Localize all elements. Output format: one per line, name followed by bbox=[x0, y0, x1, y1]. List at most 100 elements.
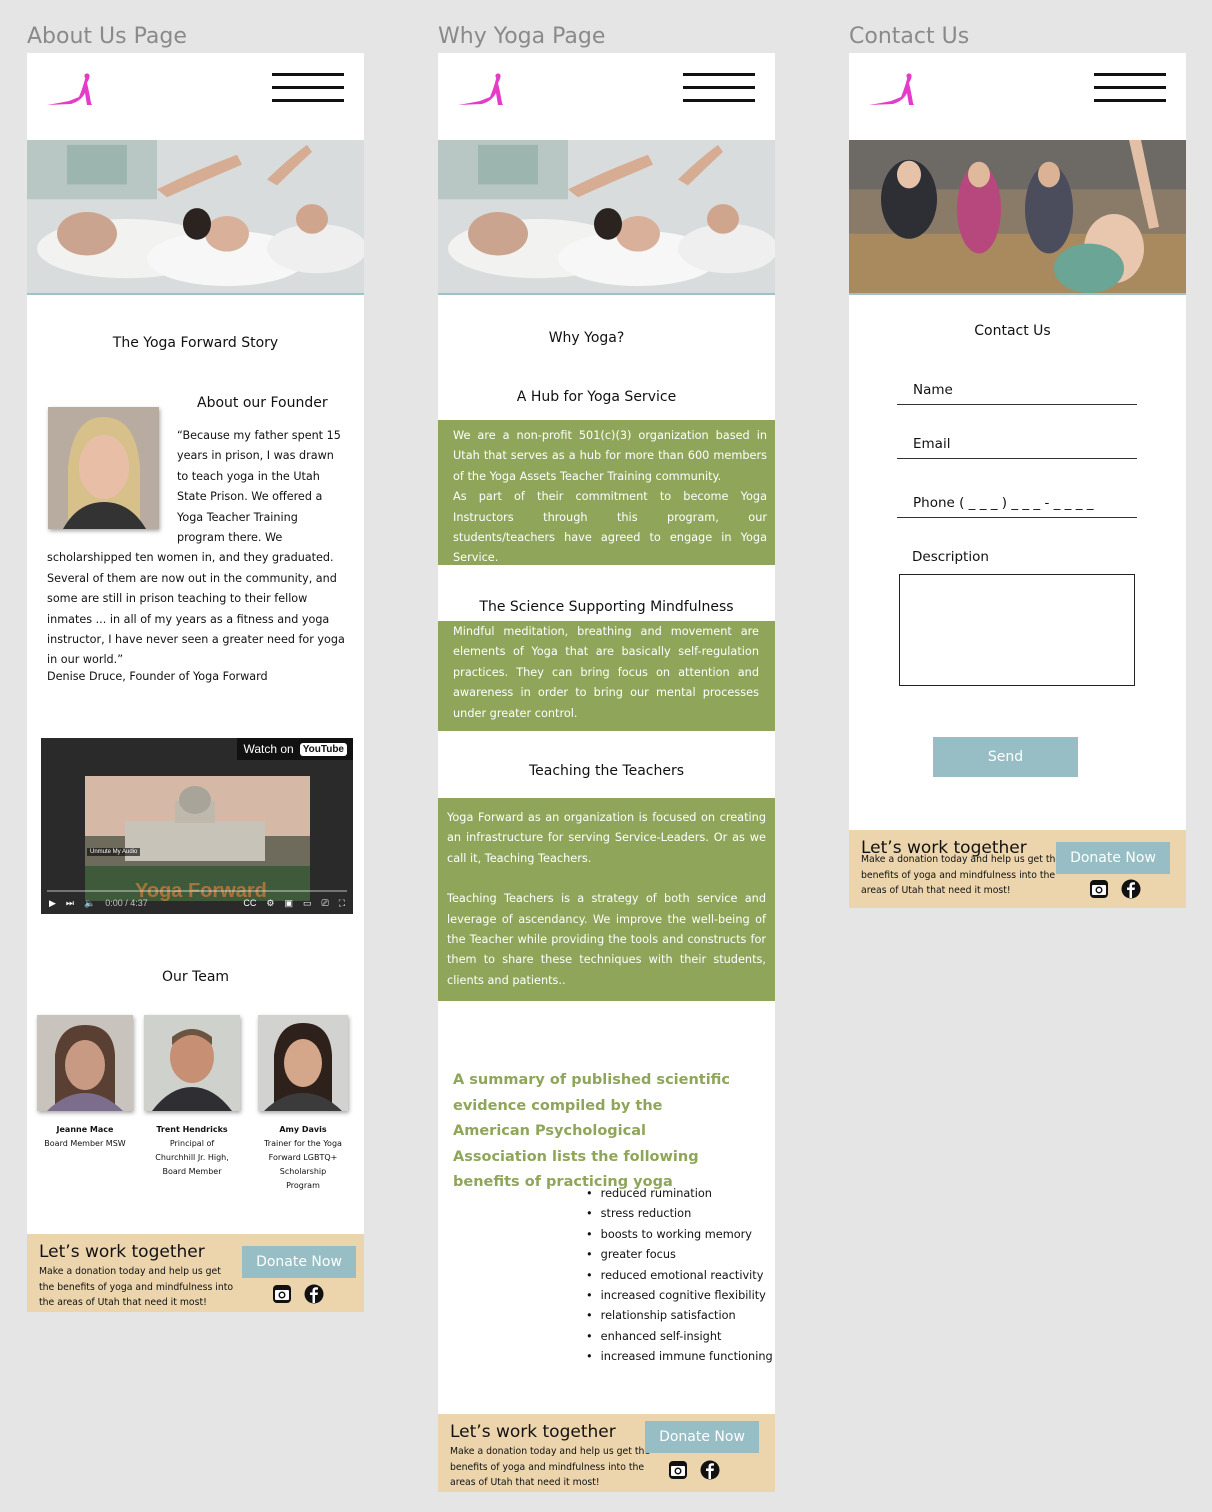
frame-label-about: About Us Page bbox=[27, 24, 187, 49]
hamburger-menu-icon[interactable] bbox=[272, 73, 344, 105]
instagram-icon[interactable] bbox=[668, 1460, 688, 1480]
footer-title: Let’s work together bbox=[450, 1422, 616, 1442]
hub-title: A Hub for Yoga Service bbox=[516, 389, 677, 405]
email-field[interactable]: Email bbox=[897, 436, 1137, 459]
send-button[interactable]: Send bbox=[933, 737, 1078, 777]
captions-icon[interactable]: CC bbox=[243, 898, 256, 908]
team-member-name: Jeanne Mace bbox=[56, 1125, 114, 1134]
hub-text-1: We are a non-profit 501(c)(3) organizati… bbox=[453, 429, 767, 483]
instagram-icon[interactable] bbox=[1089, 879, 1109, 899]
settings-icon[interactable]: ⚙ bbox=[266, 898, 274, 909]
footer-text: Make a donation today and help us get th… bbox=[450, 1446, 651, 1488]
list-item: reduced emotional reactivity bbox=[586, 1266, 773, 1286]
team-photo bbox=[37, 1015, 133, 1111]
instagram-icon[interactable] bbox=[272, 1284, 292, 1304]
footer: Let’s work together Make a donation toda… bbox=[27, 1234, 364, 1312]
contact-frame: Contact Us Name Email Phone ( _ _ _ ) _ … bbox=[849, 53, 1186, 908]
facebook-icon[interactable] bbox=[700, 1460, 720, 1480]
video-controls: ▶ ⏭ 🔈 0:00 / 4:37 CC ⚙ ▣ ▭ ⎚ ⛶ bbox=[41, 892, 353, 914]
theater-icon[interactable]: ▭ bbox=[303, 898, 312, 909]
founder-quote: “Because my father spent 15 years in pri… bbox=[47, 429, 345, 667]
yoga-pose-logo-icon[interactable] bbox=[45, 73, 95, 107]
team-member-name: Trent Hendricks bbox=[156, 1125, 228, 1134]
teachers-title: Teaching the Teachers bbox=[528, 763, 685, 779]
cast-icon[interactable]: ⎚ bbox=[321, 898, 328, 909]
youtube-logo-icon: YouTube bbox=[299, 742, 347, 756]
hero-image bbox=[27, 140, 364, 295]
donate-button[interactable]: Donate Now bbox=[242, 1246, 356, 1278]
frame-label-contact: Contact Us bbox=[849, 24, 970, 49]
founder-signature: Denise Druce, Founder of Yoga Forward bbox=[47, 670, 268, 683]
team-member: Amy Davis Trainer for the Yoga Forward L… bbox=[255, 1015, 351, 1193]
play-icon[interactable]: ▶ bbox=[49, 898, 56, 909]
list-item: greater focus bbox=[586, 1245, 773, 1265]
hub-section: We are a non-profit 501(c)(3) organizati… bbox=[438, 420, 775, 565]
why-yoga-frame: Why Yoga? A Hub for Yoga Service We are … bbox=[438, 53, 775, 1492]
description-label: Description bbox=[912, 549, 989, 565]
list-item: increased cognitive flexibility bbox=[586, 1286, 773, 1306]
fullscreen-icon[interactable]: ⛶ bbox=[339, 898, 345, 909]
header bbox=[27, 53, 364, 140]
social-links bbox=[272, 1284, 324, 1304]
team-photo bbox=[258, 1015, 348, 1111]
unmute-button[interactable]: Unmute My Audio bbox=[87, 848, 141, 856]
social-links bbox=[1089, 879, 1141, 899]
frame-label-why: Why Yoga Page bbox=[438, 24, 606, 49]
teachers-text-1: Yoga Forward as an organization is focus… bbox=[447, 811, 766, 865]
about-us-frame: The Yoga Forward Story About our Founder… bbox=[27, 53, 364, 1312]
team-member-name: Amy Davis bbox=[279, 1125, 327, 1134]
team-member-role: Board Member MSW bbox=[44, 1139, 126, 1148]
benefits-list: reduced rumination stress reduction boos… bbox=[586, 1184, 773, 1368]
teachers-text-2: Teaching Teachers is a strategy of both … bbox=[447, 892, 766, 987]
teachers-section: Yoga Forward as an organization is focus… bbox=[438, 798, 775, 1001]
social-links bbox=[668, 1460, 720, 1480]
footer-text: Make a donation today and help us get th… bbox=[861, 854, 1062, 896]
why-yoga-title: Why Yoga? bbox=[548, 330, 625, 346]
next-icon[interactable]: ⏭ bbox=[66, 898, 74, 909]
video-time: 0:00 / 4:37 bbox=[105, 898, 148, 908]
phone-field[interactable]: Phone ( _ _ _ ) _ _ _ - _ _ _ _ bbox=[897, 495, 1137, 518]
yoga-pose-logo-icon[interactable] bbox=[867, 73, 917, 107]
description-textarea[interactable] bbox=[899, 574, 1135, 686]
footer: Let’s work together Make a donation toda… bbox=[438, 1414, 775, 1492]
list-item: increased immune functioning bbox=[586, 1347, 773, 1367]
team-member-role: Principal of Churchhill Jr. High, Board … bbox=[155, 1139, 229, 1176]
team-photo bbox=[144, 1015, 240, 1111]
science-title: The Science Supporting Mindfulness bbox=[479, 599, 734, 615]
name-field[interactable]: Name bbox=[897, 382, 1137, 405]
facebook-icon[interactable] bbox=[304, 1284, 324, 1304]
hero-image bbox=[849, 140, 1186, 295]
team-title: Our Team bbox=[161, 969, 230, 985]
donate-button[interactable]: Donate Now bbox=[645, 1421, 759, 1453]
hub-text-2: As part of their commitment to become Yo… bbox=[453, 490, 767, 565]
list-item: relationship satisfaction bbox=[586, 1306, 773, 1326]
header bbox=[849, 53, 1186, 140]
list-item: boosts to working memory bbox=[586, 1225, 773, 1245]
team-member: Jeanne Mace Board Member MSW bbox=[37, 1015, 133, 1151]
contact-title: Contact Us bbox=[974, 323, 1051, 339]
miniplayer-icon[interactable]: ▣ bbox=[284, 898, 293, 909]
watch-on-youtube-button[interactable]: Watch on YouTube bbox=[237, 738, 353, 760]
founder-title: About our Founder bbox=[197, 395, 328, 411]
hamburger-menu-icon[interactable] bbox=[1094, 73, 1166, 105]
list-item: reduced rumination bbox=[586, 1184, 773, 1204]
hero-image bbox=[438, 140, 775, 295]
science-text: Mindful meditation, breathing and moveme… bbox=[453, 625, 759, 720]
science-section: Mindful meditation, breathing and moveme… bbox=[438, 621, 775, 731]
footer-text: Make a donation today and help us get th… bbox=[39, 1266, 234, 1308]
story-title: The Yoga Forward Story bbox=[112, 335, 279, 351]
footer-title: Let’s work together bbox=[39, 1242, 205, 1262]
team-member-role: Trainer for the Yoga Forward LGBTQ+ Scho… bbox=[264, 1139, 342, 1190]
apa-summary: A summary of published scientific eviden… bbox=[453, 1072, 731, 1190]
facebook-icon[interactable] bbox=[1121, 879, 1141, 899]
volume-icon[interactable]: 🔈 bbox=[84, 898, 95, 909]
youtube-video[interactable]: Watch on YouTube Unmute My Audio Yoga Fo… bbox=[41, 738, 353, 914]
footer: Let’s work together Make a donation toda… bbox=[849, 830, 1186, 908]
list-item: stress reduction bbox=[586, 1204, 773, 1224]
team-member: Trent Hendricks Principal of Churchhill … bbox=[144, 1015, 240, 1179]
yoga-pose-logo-icon[interactable] bbox=[456, 73, 506, 107]
header bbox=[438, 53, 775, 140]
hamburger-menu-icon[interactable] bbox=[683, 73, 755, 105]
donate-button[interactable]: Donate Now bbox=[1056, 842, 1170, 874]
list-item: enhanced self-insight bbox=[586, 1327, 773, 1347]
